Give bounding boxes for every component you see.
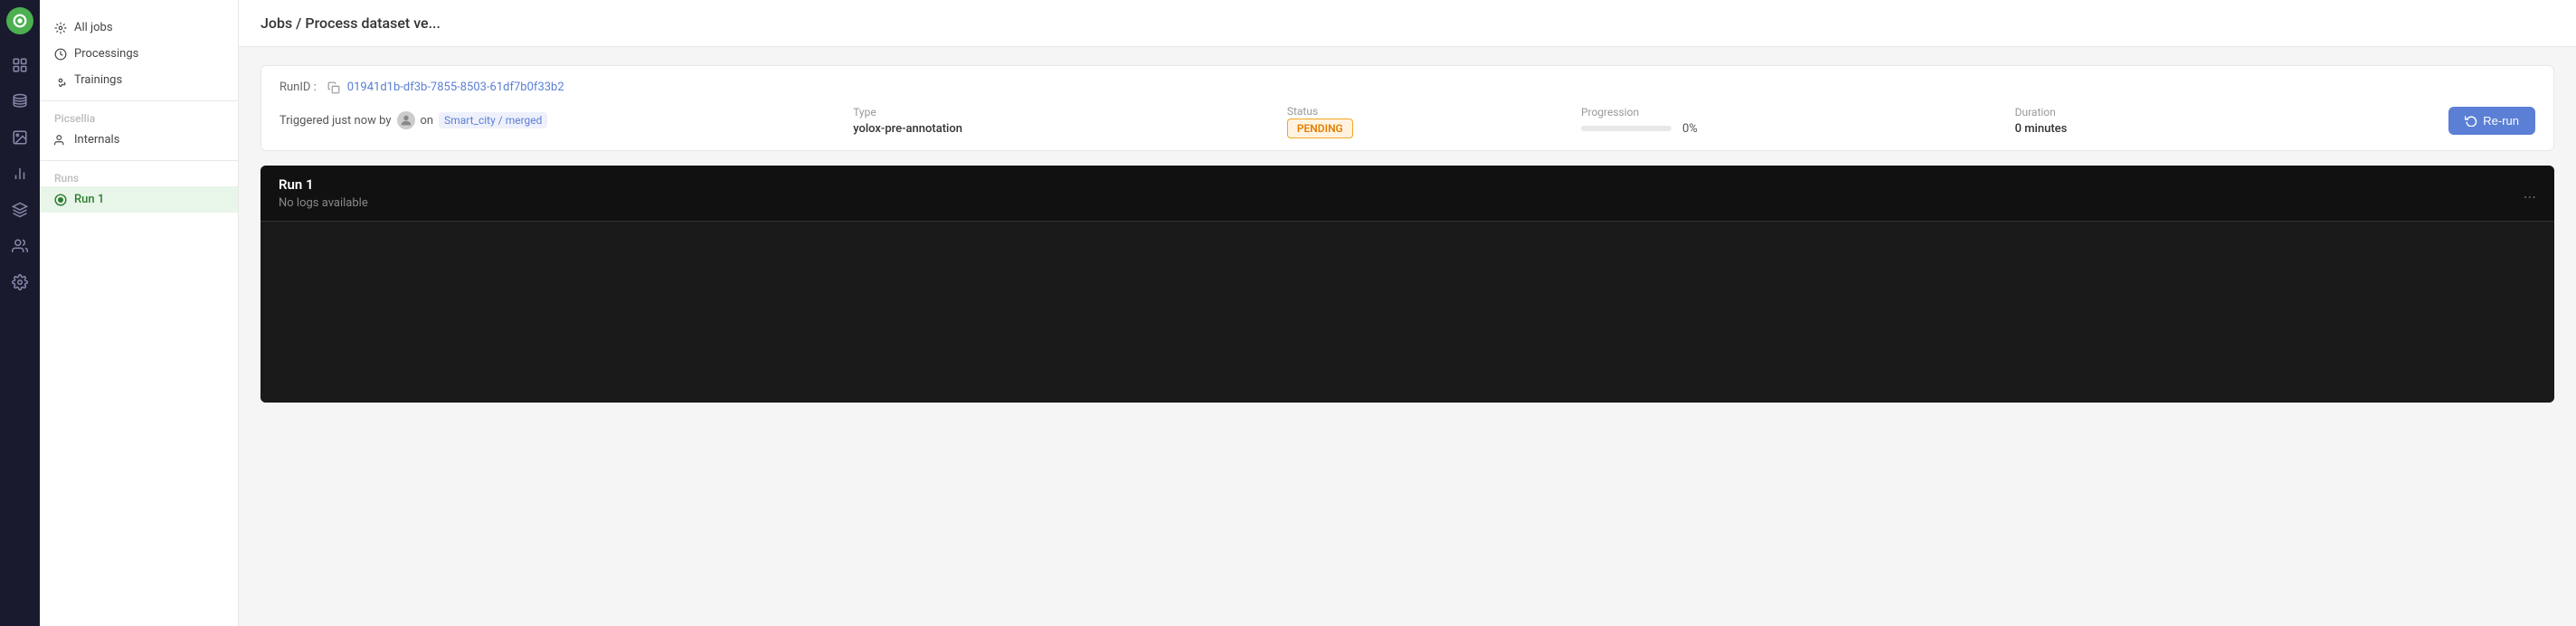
run-log-section: Run 1 No logs available ...	[260, 166, 2554, 403]
progression-pct: 0%	[1682, 122, 1698, 136]
duration-label: Duration	[2015, 106, 2435, 119]
avatar	[397, 111, 415, 129]
page-header: Jobs / Process dataset ve...	[239, 0, 2576, 47]
job-card-bottom: Triggered just now by on Smart_city / me…	[279, 105, 2535, 136]
main-content: Jobs / Process dataset ve... RunID : 019…	[239, 0, 2576, 626]
sidebar: All jobs Processings Trainings Picsellia…	[40, 0, 239, 626]
nav-settings-icon[interactable]	[4, 266, 36, 299]
triggered-text: Triggered just now by on Smart_city / me…	[279, 111, 838, 129]
nav-home-icon[interactable]	[4, 49, 36, 81]
app-logo[interactable]	[6, 7, 33, 34]
job-card: RunID : 01941d1b-df3b-7855-8503-61df7b0f…	[260, 65, 2554, 151]
sidebar-item-all-jobs[interactable]: All jobs	[40, 14, 238, 41]
progression-label: Progression	[1581, 106, 2001, 119]
sidebar-divider-2	[40, 160, 238, 161]
nav-images-icon[interactable]	[4, 121, 36, 154]
run-id-label: RunID :	[279, 81, 317, 94]
status-badge: PENDING	[1287, 119, 1353, 138]
sidebar-all-jobs-label: All jobs	[74, 21, 113, 34]
run-id-value[interactable]: 01941d1b-df3b-7855-8503-61df7b0f33b2	[347, 81, 564, 94]
type-column: Type yolox-pre-annotation	[853, 106, 1273, 136]
run-no-logs: No logs available	[279, 196, 368, 210]
nav-users-icon[interactable]	[4, 230, 36, 262]
sidebar-run1-label: Run 1	[74, 193, 104, 206]
copy-icon[interactable]	[327, 81, 340, 94]
run-title-block: Run 1 No logs available	[279, 176, 368, 210]
branch-link[interactable]: Smart_city / merged	[439, 112, 547, 128]
rerun-button[interactable]: Re-run	[2448, 107, 2535, 135]
status-column: Status PENDING	[1287, 105, 1567, 136]
progression-column: Progression 0%	[1581, 106, 2001, 136]
run-log-header: Run 1 No logs available ...	[260, 166, 2554, 222]
type-value: yolox-pre-annotation	[853, 122, 1273, 136]
sidebar-section-picsellia: Picsellia	[40, 109, 238, 127]
content-area: RunID : 01941d1b-df3b-7855-8503-61df7b0f…	[239, 47, 2576, 626]
sidebar-divider-1	[40, 100, 238, 101]
duration-column: Duration 0 minutes	[2015, 106, 2435, 136]
status-label: Status	[1287, 105, 1567, 118]
sidebar-item-internals[interactable]: Internals	[40, 127, 238, 153]
type-label: Type	[853, 106, 1273, 119]
nav-layers-icon[interactable]	[4, 194, 36, 226]
run-dots-menu[interactable]: ...	[2524, 184, 2536, 203]
job-card-top: RunID : 01941d1b-df3b-7855-8503-61df7b0f…	[279, 81, 2535, 94]
run-title: Run 1	[279, 176, 368, 193]
sidebar-processings-label: Processings	[74, 47, 138, 61]
progression-row: 0%	[1581, 122, 2001, 136]
sidebar-item-processings[interactable]: Processings	[40, 41, 238, 67]
icon-bar	[0, 0, 40, 626]
nav-chart-icon[interactable]	[4, 157, 36, 190]
sidebar-internals-label: Internals	[74, 133, 119, 147]
nav-data-icon[interactable]	[4, 85, 36, 118]
sidebar-item-trainings[interactable]: Trainings	[40, 67, 238, 93]
sidebar-trainings-label: Trainings	[74, 73, 122, 87]
progression-bar-bg	[1581, 126, 1672, 131]
breadcrumb: Jobs / Process dataset ve...	[260, 14, 440, 32]
sidebar-runs-section: Runs	[40, 168, 238, 186]
sidebar-item-run1[interactable]: Run 1	[40, 186, 238, 213]
run-log-body	[260, 222, 2554, 403]
duration-value: 0 minutes	[2015, 122, 2435, 136]
